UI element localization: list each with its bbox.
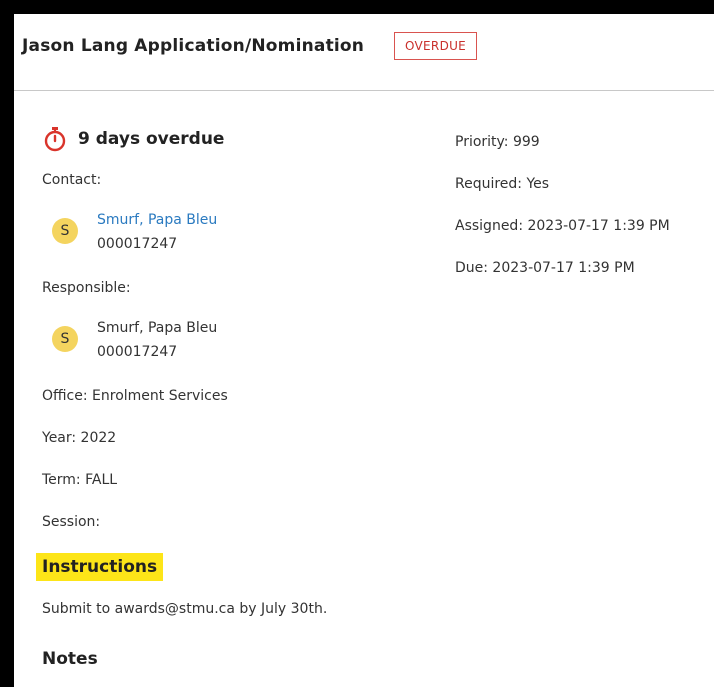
- responsible-id: 000017247: [97, 344, 178, 360]
- notes-heading: Notes: [42, 649, 98, 669]
- office-field: Office: Enrolment Services: [42, 388, 228, 404]
- overdue-text: 9 days overdue: [78, 129, 225, 149]
- page-title: Jason Lang Application/Nomination: [22, 36, 365, 56]
- term-field: Term: FALL: [42, 472, 118, 488]
- responsible-name: Smurf, Papa Bleu: [97, 320, 218, 336]
- avatar: S: [52, 326, 78, 352]
- contact-label: Contact:: [42, 172, 102, 188]
- status-badge: OVERDUE: [394, 32, 478, 60]
- required-field: Required: Yes: [455, 176, 550, 192]
- due-field: Due: 2023-07-17 1:39 PM: [455, 260, 635, 276]
- task-detail-panel: Jason Lang Application/Nomination OVERDU…: [8, 8, 714, 687]
- year-field: Year: 2022: [42, 430, 117, 446]
- assigned-field: Assigned: 2023-07-17 1:39 PM: [455, 218, 670, 234]
- contact-name-link[interactable]: Smurf, Papa Bleu: [97, 208, 217, 232]
- contact-id: 000017247: [97, 236, 178, 252]
- overdue-indicator: 9 days overdue: [42, 124, 224, 154]
- responsible-person: S Smurf, Papa Bleu 000017247: [52, 316, 217, 364]
- session-field: Session:: [42, 514, 101, 530]
- stopwatch-icon: [44, 127, 66, 152]
- contact-person: S Smurf, Papa Bleu 000017247: [52, 208, 217, 256]
- instructions-heading: Instructions: [36, 553, 164, 581]
- priority-field: Priority: 999: [455, 134, 540, 150]
- responsible-label: Responsible:: [42, 280, 131, 296]
- task-header: Jason Lang Application/Nomination OVERDU…: [14, 14, 714, 91]
- avatar: S: [52, 218, 78, 244]
- instructions-text: Submit to awards@stmu.ca by July 30th.: [42, 601, 328, 617]
